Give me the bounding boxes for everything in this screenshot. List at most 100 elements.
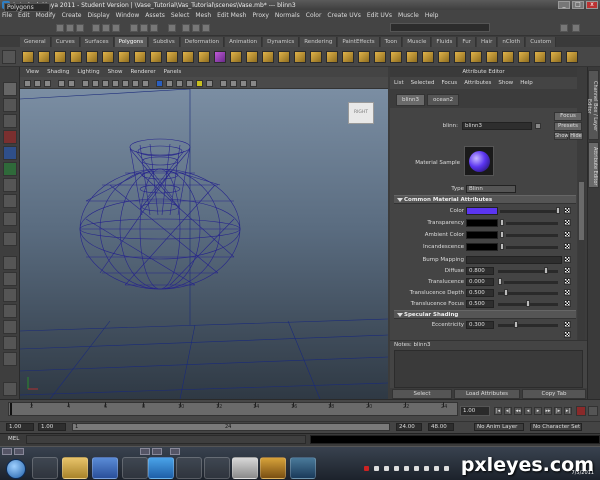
vp-menu-show[interactable]: Show [108, 69, 123, 75]
shelf-menu-icon[interactable] [2, 50, 16, 64]
color-swatch[interactable] [466, 207, 498, 215]
menu-muscle[interactable]: Muscle [398, 12, 419, 19]
poly-paint-icon[interactable] [534, 51, 546, 63]
translucence-slider-knob[interactable] [498, 278, 502, 285]
current-frame-field[interactable]: 1.00 [460, 406, 490, 416]
wireframe-icon[interactable] [156, 80, 163, 87]
settings-app-icon[interactable] [232, 457, 258, 479]
transparency-slider[interactable] [506, 222, 558, 225]
four-view-layout-icon[interactable] [3, 272, 17, 286]
menu-edit[interactable]: Edit [18, 12, 30, 19]
menu-normals[interactable]: Normals [275, 12, 300, 19]
grid-toggle-icon[interactable] [82, 80, 89, 87]
translucence-focus-field[interactable]: 0.500 [466, 300, 494, 308]
ambient-slider[interactable] [506, 234, 558, 237]
shelf-tab-polygons[interactable]: Polygons [114, 37, 149, 47]
go-to-input-icon[interactable] [535, 123, 541, 129]
windows-explorer-icon[interactable] [176, 457, 202, 479]
step-forward-frame-icon[interactable]: |▸ [554, 407, 562, 415]
shelf-tab-general[interactable]: General [20, 37, 51, 47]
time-slider-track[interactable] [8, 402, 458, 416]
select-camera-icon[interactable] [24, 80, 31, 87]
shelf-tab-deformation[interactable]: Deformation [180, 37, 225, 47]
poly-smooth-icon[interactable] [150, 51, 162, 63]
snap-grid-icon[interactable] [130, 24, 138, 32]
eccentricity-slider[interactable] [498, 324, 558, 327]
playback-end-field[interactable]: 24.00 [396, 423, 422, 431]
poly-bevel-icon[interactable] [310, 51, 322, 63]
vp-menu-lighting[interactable]: Lighting [77, 69, 99, 75]
persp-graph-layout-icon[interactable] [3, 304, 17, 318]
hypershade-layout-icon[interactable] [3, 336, 17, 350]
poly-separate-icon[interactable] [134, 51, 146, 63]
section-common-material[interactable]: Common Material Attributes [394, 195, 576, 204]
menu-set-dropdown[interactable]: Polygons [4, 3, 50, 12]
tray-icon[interactable] [424, 466, 429, 471]
render-settings-icon[interactable] [202, 24, 210, 32]
tray-icon[interactable] [364, 466, 369, 471]
shelf-tab-dynamics[interactable]: Dynamics [263, 37, 300, 47]
menu-color[interactable]: Color [306, 12, 322, 19]
eccentricity-field[interactable]: 0.300 [466, 321, 494, 329]
internet-explorer-icon[interactable] [148, 457, 174, 479]
taskbar-clock-date[interactable]: 7/5/2011 [572, 470, 594, 476]
animation-end-field[interactable]: 48.00 [428, 423, 454, 431]
tray-icon[interactable] [414, 466, 419, 471]
mel-label[interactable]: MEL [8, 436, 19, 442]
poly-automatic-map-icon[interactable] [486, 51, 498, 63]
auto-key-icon[interactable] [576, 406, 586, 416]
translucence-map-button[interactable] [564, 278, 571, 285]
show-attribute-editor-icon[interactable] [560, 24, 568, 32]
select-hierarchy-icon[interactable] [92, 24, 100, 32]
minimize-button[interactable]: _ [558, 1, 570, 9]
ae-menu-list[interactable]: List [394, 80, 404, 86]
lasso-tool-icon[interactable] [3, 98, 17, 112]
translucence-depth-field[interactable]: 0.500 [466, 289, 494, 297]
incandescence-slider-knob[interactable] [500, 243, 504, 250]
node-name-field[interactable]: blinn3 [462, 122, 532, 130]
xray-icon[interactable] [220, 80, 227, 87]
color-map-button[interactable] [564, 207, 571, 214]
menu-display[interactable]: Display [88, 12, 110, 19]
camera-attributes-icon[interactable] [34, 80, 41, 87]
poly-planar-map-icon[interactable] [438, 51, 450, 63]
poly-cleanup-icon[interactable] [390, 51, 402, 63]
channel-box-tab[interactable]: Channel Box / Layer Editor [586, 70, 599, 140]
tab-ocean2[interactable]: ocean2 [427, 94, 460, 106]
xray-joints-icon[interactable] [230, 80, 237, 87]
shelf-tab-animation[interactable]: Animation [225, 37, 263, 47]
vp-menu-renderer[interactable]: Renderer [130, 69, 155, 75]
poly-crease-icon[interactable] [550, 51, 562, 63]
menu-help[interactable]: Help [425, 12, 439, 19]
translucence-focus-map-button[interactable] [564, 300, 571, 307]
playback-start-field[interactable]: 1.00 [38, 423, 66, 431]
shelf-tab-rendering[interactable]: Rendering [300, 37, 338, 47]
type-dropdown[interactable]: Blinn [466, 185, 516, 193]
save-scene-icon[interactable] [76, 24, 84, 32]
animation-preferences-icon[interactable] [588, 406, 598, 416]
diffuse-slider[interactable] [498, 270, 558, 273]
poly-plane-icon[interactable] [86, 51, 98, 63]
copy-tab-button[interactable]: Copy Tab [522, 389, 586, 399]
image-plane-icon[interactable] [58, 80, 65, 87]
taskbar-thumb[interactable] [2, 448, 12, 455]
eccentricity-map-button[interactable] [564, 321, 571, 328]
safe-action-icon[interactable] [132, 80, 139, 87]
anim-layer-dropdown[interactable]: No Anim Layer [474, 423, 524, 431]
menu-mesh[interactable]: Mesh [195, 12, 211, 19]
animation-start-field[interactable]: 1.00 [6, 423, 34, 431]
incandescence-slider[interactable] [506, 246, 558, 249]
select-tool-icon[interactable] [3, 82, 17, 96]
color-slider-knob[interactable] [556, 207, 560, 214]
move-tool-icon[interactable] [3, 130, 17, 144]
material-sample-swatch[interactable] [464, 146, 494, 176]
manipulator-tool-icon[interactable] [3, 178, 17, 192]
film-gate-icon[interactable] [92, 80, 99, 87]
diffuse-field[interactable]: 0.800 [466, 267, 494, 275]
taskbar-thumb[interactable] [152, 448, 162, 455]
select-component-icon[interactable] [112, 24, 120, 32]
history-icon[interactable] [168, 24, 176, 32]
poly-smooth-proxy-icon[interactable] [214, 51, 226, 63]
smooth-shade-icon[interactable] [166, 80, 173, 87]
viewcube[interactable]: RIGHT [348, 102, 374, 124]
